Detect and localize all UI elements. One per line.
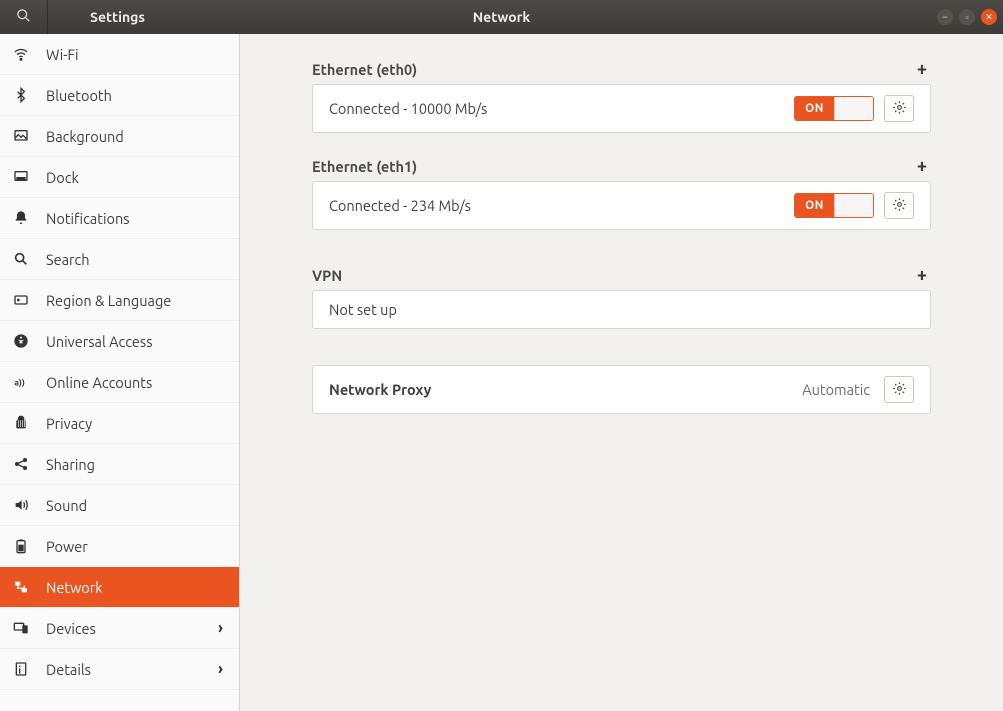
vpn-row: Not set up [312, 290, 931, 329]
sidebar: Wi-Fi Bluetooth Background Dock [0, 34, 240, 711]
sidebar-item-bluetooth[interactable]: Bluetooth [0, 75, 239, 116]
ethernet1-title: Ethernet (eth1) [312, 158, 417, 175]
gear-icon [892, 197, 907, 215]
titlebar: Settings Network – ▫ ✕ [0, 0, 1003, 34]
wifi-icon [12, 45, 30, 63]
search-button[interactable] [0, 0, 48, 34]
proxy-value: Automatic [802, 381, 870, 398]
proxy-title: Network Proxy [329, 381, 802, 398]
ethernet0-settings-button[interactable] [884, 95, 914, 122]
sidebar-item-label: Details [46, 661, 202, 678]
ethernet0-title: Ethernet (eth0) [312, 61, 417, 78]
accounts-icon: a)) [12, 373, 30, 391]
sidebar-item-devices[interactable]: Devices › [0, 608, 239, 649]
proxy-settings-button[interactable] [884, 376, 914, 403]
dock-icon [12, 168, 30, 186]
window-minimize-button[interactable]: – [937, 9, 953, 25]
power-icon [12, 537, 30, 555]
chevron-right-icon: › [218, 619, 223, 637]
sidebar-item-label: Dock [46, 169, 227, 186]
svg-text:a)): a)) [14, 377, 25, 387]
content-pane: Ethernet (eth0) + Connected - 10000 Mb/s… [240, 34, 1003, 711]
sidebar-item-privacy[interactable]: Privacy [0, 403, 239, 444]
toggle-knob [834, 97, 873, 120]
sound-icon [12, 496, 30, 514]
proxy-row: Network Proxy Automatic [312, 365, 931, 414]
sidebar-item-dock[interactable]: Dock [0, 157, 239, 198]
app-name: Settings [90, 9, 145, 25]
ethernet1-row: Connected - 234 Mb/s ON [312, 181, 931, 230]
window-maximize-button[interactable]: ▫ [959, 9, 975, 25]
devices-icon [12, 619, 30, 637]
sidebar-item-label: Universal Access [46, 333, 227, 350]
toggle-on-label: ON [795, 194, 834, 217]
sidebar-item-network[interactable]: Network [0, 567, 239, 608]
toggle-on-label: ON [795, 97, 834, 120]
sidebar-item-sound[interactable]: Sound [0, 485, 239, 526]
sidebar-item-label: Sharing [46, 456, 227, 473]
sidebar-item-power[interactable]: Power [0, 526, 239, 567]
details-icon [12, 660, 30, 678]
add-vpn-button[interactable]: + [913, 266, 931, 284]
sidebar-item-sharing[interactable]: Sharing [0, 444, 239, 485]
bluetooth-icon [12, 86, 30, 104]
sidebar-item-label: Power [46, 538, 227, 555]
sidebar-item-region[interactable]: Region & Language [0, 280, 239, 321]
gear-icon [892, 100, 907, 118]
accessibility-icon [12, 332, 30, 350]
sidebar-item-online-accounts[interactable]: a)) Online Accounts [0, 362, 239, 403]
sidebar-item-label: Region & Language [46, 292, 227, 309]
sidebar-item-label: Wi-Fi [46, 46, 227, 63]
sidebar-item-label: Privacy [46, 415, 227, 432]
ethernet1-toggle[interactable]: ON [794, 193, 874, 218]
background-icon [12, 127, 30, 145]
add-ethernet1-button[interactable]: + [913, 157, 931, 175]
ethernet1-settings-button[interactable] [884, 192, 914, 219]
sidebar-item-label: Search [46, 251, 227, 268]
sidebar-item-accessibility[interactable]: Universal Access [0, 321, 239, 362]
chevron-right-icon: › [218, 660, 223, 678]
network-icon [12, 578, 30, 596]
page-title: Network [0, 9, 1003, 25]
vpn-title: VPN [312, 267, 342, 284]
sidebar-item-label: Devices [46, 620, 202, 637]
add-ethernet0-button[interactable]: + [913, 60, 931, 78]
window-close-button[interactable]: ✕ [981, 9, 997, 25]
sidebar-item-label: Sound [46, 497, 227, 514]
sidebar-item-label: Background [46, 128, 227, 145]
privacy-icon [12, 414, 30, 432]
sidebar-item-wifi[interactable]: Wi-Fi [0, 34, 239, 75]
vpn-status: Not set up [329, 301, 914, 318]
toggle-knob [834, 194, 873, 217]
sidebar-item-details[interactable]: Details › [0, 649, 239, 690]
search-icon [16, 8, 31, 26]
search-icon [12, 250, 30, 268]
sidebar-item-label: Online Accounts [46, 374, 227, 391]
sidebar-item-label: Notifications [46, 210, 227, 227]
region-icon [12, 291, 30, 309]
ethernet0-status: Connected - 10000 Mb/s [329, 100, 794, 117]
ethernet0-toggle[interactable]: ON [794, 96, 874, 121]
gear-icon [892, 381, 907, 399]
sidebar-item-background[interactable]: Background [0, 116, 239, 157]
ethernet1-status: Connected - 234 Mb/s [329, 197, 794, 214]
sidebar-item-search[interactable]: Search [0, 239, 239, 280]
sidebar-item-label: Bluetooth [46, 87, 227, 104]
sidebar-item-label: Network [46, 579, 227, 596]
sidebar-item-notifications[interactable]: Notifications [0, 198, 239, 239]
ethernet0-row: Connected - 10000 Mb/s ON [312, 84, 931, 133]
bell-icon [12, 209, 30, 227]
share-icon [12, 455, 30, 473]
